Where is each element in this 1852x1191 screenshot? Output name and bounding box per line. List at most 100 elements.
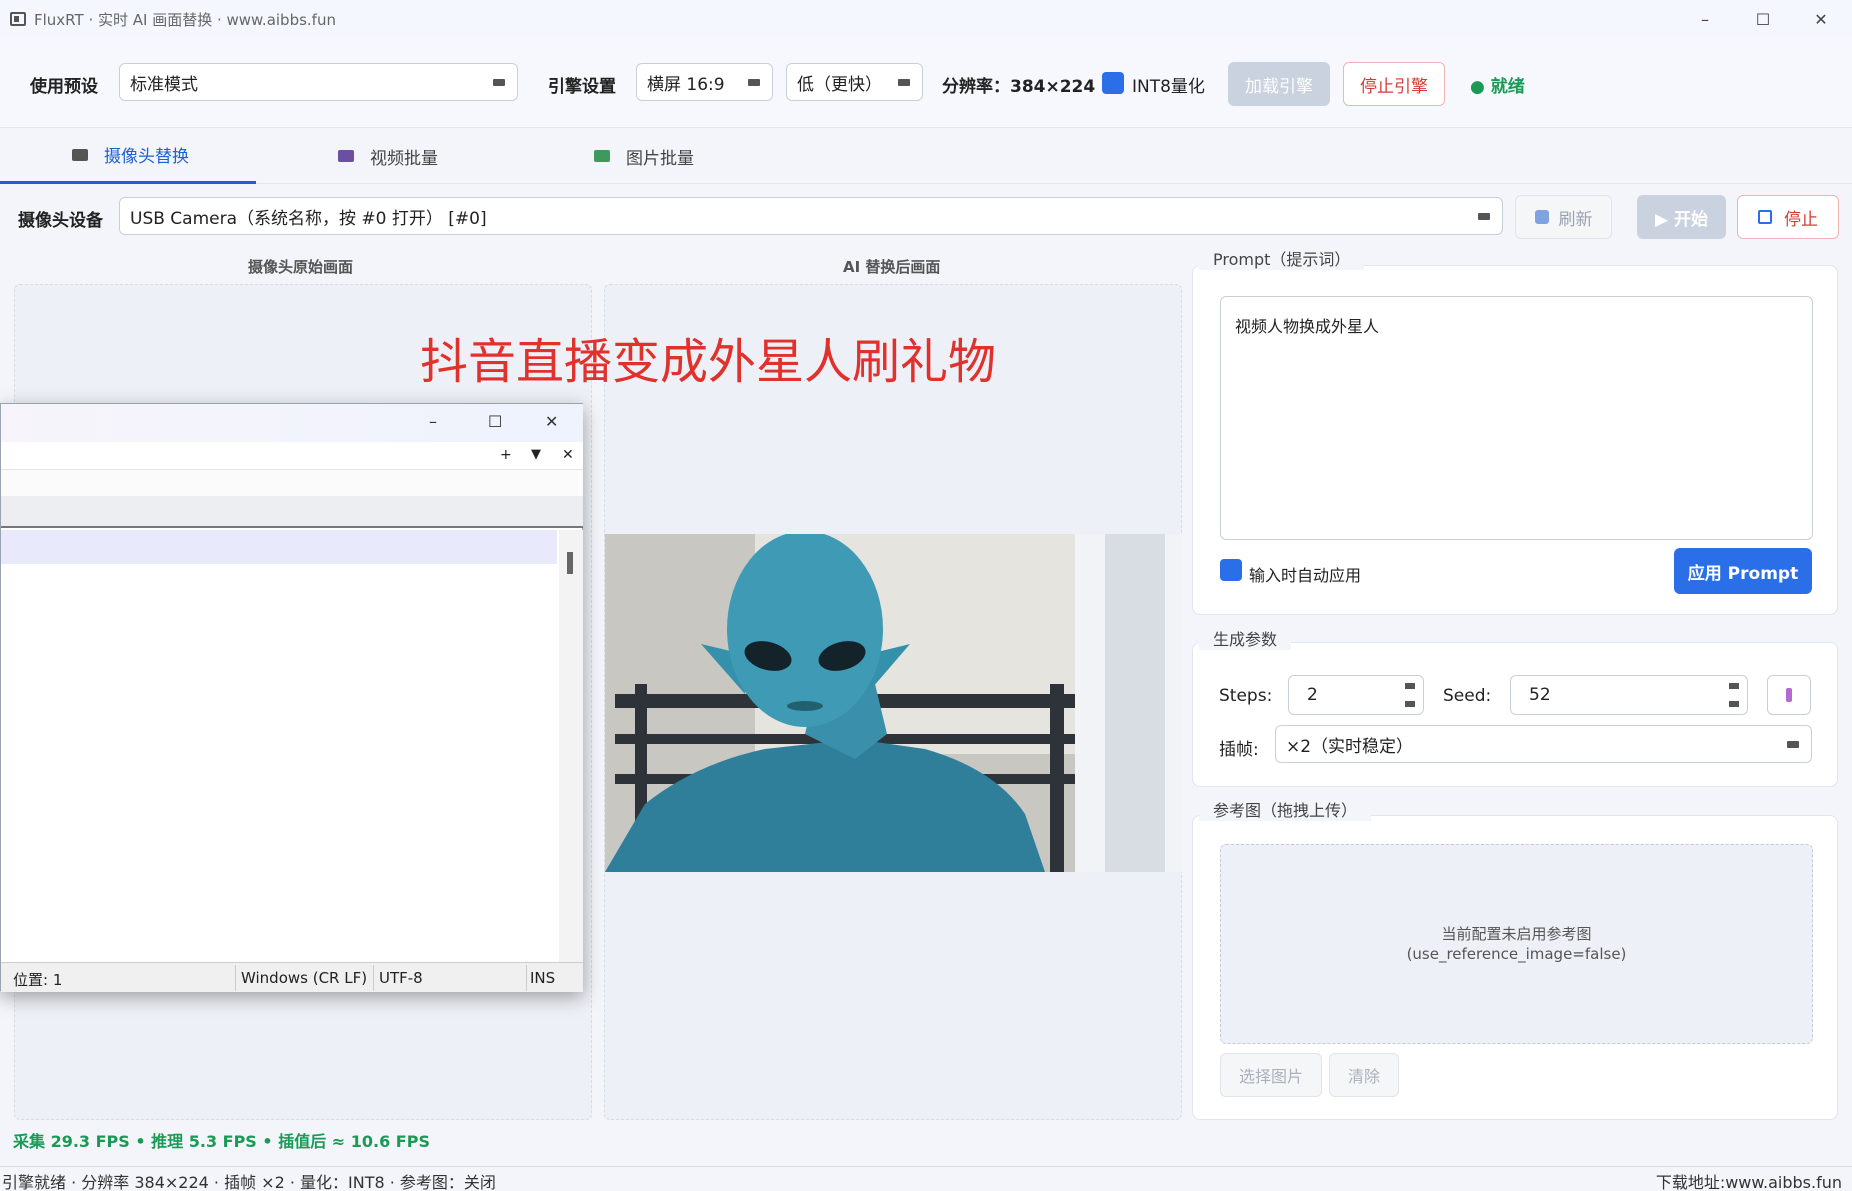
seed-spinbox[interactable]: 52 [1510,675,1748,715]
stop-engine-button[interactable]: 停止引擎 [1343,62,1445,106]
chevron-down-icon [898,79,910,86]
stop-label: 停止 [1784,209,1818,230]
tab-label: 摄像头替换 [104,147,189,167]
aspect-select[interactable]: 横屏 16:9 [636,63,773,101]
maximize-button[interactable]: ☐ [1734,0,1792,38]
stepper-down-icon[interactable] [1405,701,1415,707]
close-icon[interactable]: ✕ [545,412,558,431]
camera-device-label: 摄像头设备 [18,211,103,231]
reference-group: 当前配置未启用参考图 (use_reference_image=false) 选… [1192,815,1838,1120]
reference-empty-line1: 当前配置未启用参考图 [1441,925,1592,943]
status-mode: INS [530,969,556,987]
int8-checkbox[interactable] [1102,72,1124,94]
stop-icon [1758,210,1772,224]
steps-label: Steps: [1219,686,1273,706]
camera-device-value: USB Camera（系统名称，按 #0 打开） [#0] [130,208,487,229]
dice-icon [1786,688,1792,702]
window-title: FluxRT · 实时 AI 画面替换 · www.aibbs.fun [34,10,336,29]
app-icon [10,12,26,26]
maximize-icon[interactable]: ☐ [488,412,502,431]
tab-list-icon[interactable]: ▼ [531,447,541,462]
prompt-group: 视频人物换成外星人 输入时自动应用 应用 Prompt [1192,265,1838,615]
int8-label: INT8量化 [1132,77,1205,97]
steps-spinbox[interactable]: 2 [1288,675,1424,715]
clapper-icon [338,150,354,162]
seed-label: Seed: [1443,686,1492,706]
preset-label: 使用预设 [30,77,98,97]
refresh-label: 刷新 [1558,209,1593,230]
stepper-up-icon[interactable] [1729,683,1739,689]
ai-preview-label: AI 替换后画面 [843,258,941,276]
notepad-tab-bar: + ▼ ✕ [1,442,583,470]
aspect-value: 横屏 16:9 [647,74,725,95]
ai-preview [604,284,1183,1120]
chevron-down-icon [493,79,505,86]
fps-text: 采集 29.3 FPS • 推理 5.3 FPS • 插值后 ≈ 10.6 FP… [13,1132,430,1151]
steps-value: 2 [1307,685,1318,705]
tab-image-batch[interactable]: 图片批量 [594,128,794,184]
choose-image-button[interactable]: 选择图片 [1220,1053,1322,1097]
load-engine-button[interactable]: 加载引擎 [1228,62,1330,106]
maximize-icon: ☐ [1755,9,1771,29]
image-icon [594,150,610,162]
minimize-icon[interactable]: – [429,412,437,431]
start-button[interactable]: ▶ 开始 [1637,195,1726,239]
stepper-up-icon[interactable] [1405,683,1415,689]
notepad-editor[interactable] [1,530,559,962]
notepad-menu-bar [1,470,583,496]
preset-select[interactable]: 标准模式 [119,63,518,101]
refresh-icon [1534,210,1549,224]
resolution-text: 分辨率：384×224 [942,77,1096,97]
close-icon: ✕ [1814,9,1828,29]
tab-bar: 摄像头替换 视频批量 图片批量 [0,128,1852,184]
reference-group-title: 参考图（拖拽上传） [1199,797,1372,821]
status-bar: 引擎就绪 · 分辨率 384×224 · 插帧 ×2 · 量化：INT8 · 参… [0,1166,1852,1191]
status-left: 引擎就绪 · 分辨率 384×224 · 插帧 ×2 · 量化：INT8 · 参… [2,1173,496,1191]
seed-value: 52 [1529,685,1551,705]
reference-dropzone[interactable]: 当前配置未启用参考图 (use_reference_image=false) [1220,844,1813,1044]
notepad-toolbar [1,496,583,528]
close-tab-icon[interactable]: ✕ [562,447,574,463]
status-eol: Windows (CR LF) [241,969,368,987]
status-position: 位置: 1 [13,971,63,989]
engine-status: ● 就绪 [1470,77,1525,97]
ai-output-image [605,534,1183,872]
notepad-status-bar: 位置: 1 Windows (CR LF) UTF-8 INS [1,962,583,992]
auto-apply-label: 输入时自动应用 [1249,566,1362,585]
camera-device-select[interactable]: USB Camera（系统名称，按 #0 打开） [#0] [119,197,1503,235]
download-link[interactable]: 下载地址:www.aibbs.fun [1656,1169,1842,1191]
interp-select[interactable]: ×2（实时稳定） [1275,725,1812,763]
camera-icon [72,148,88,161]
auto-apply-checkbox[interactable] [1220,559,1242,581]
stepper-down-icon[interactable] [1729,701,1739,707]
new-tab-icon[interactable]: + [500,447,512,463]
minimize-button[interactable]: – [1676,0,1734,38]
clear-image-button[interactable]: 清除 [1329,1053,1399,1097]
chevron-down-icon [1478,213,1490,220]
stop-button[interactable]: 停止 [1737,195,1839,239]
prompt-group-title: Prompt（提示词） [1199,246,1365,270]
random-seed-button[interactable] [1767,675,1811,715]
title-bar: FluxRT · 实时 AI 画面替换 · www.aibbs.fun – ☐ … [0,0,1852,38]
params-group-title: 生成参数 [1199,626,1292,650]
toolbar: 使用预设 标准模式 引擎设置 横屏 16:9 低（更快） 分辨率：384×224… [0,38,1852,128]
tab-video-batch[interactable]: 视频批量 [338,128,538,184]
minimize-icon: – [1701,9,1709,29]
apply-prompt-button[interactable]: 应用 Prompt [1674,548,1812,594]
interp-value: ×2（实时稳定） [1286,736,1414,757]
notepad-window: – ☐ ✕ + ▼ ✕ 位置: 1 Windows (CR LF) UTF-8 … [0,403,583,992]
scrollbar-thumb[interactable] [567,552,573,574]
tab-camera[interactable]: 摄像头替换 [0,128,256,184]
close-button[interactable]: ✕ [1792,0,1850,38]
reference-empty-line2: (use_reference_image=false) [1406,945,1627,963]
chevron-down-icon [748,79,760,86]
prompt-textarea[interactable]: 视频人物换成外星人 [1220,296,1813,540]
original-preview-label: 摄像头原始画面 [248,258,354,276]
quality-select[interactable]: 低（更快） [786,63,923,101]
notepad-scrollbar[interactable] [559,530,583,962]
notepad-current-line [1,530,557,564]
refresh-button[interactable]: 刷新 [1515,195,1612,239]
interp-label: 插帧: [1219,740,1259,760]
status-encoding: UTF-8 [379,969,423,987]
tab-label: 视频批量 [370,148,438,169]
